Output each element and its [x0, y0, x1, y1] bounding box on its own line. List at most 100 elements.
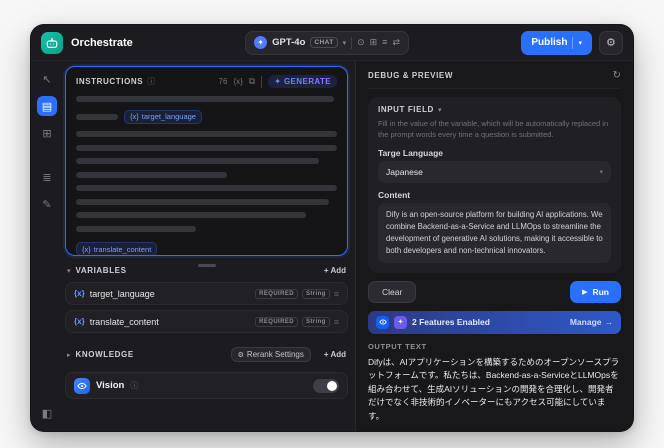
sidebar-item-orchestrate[interactable]: ▤: [37, 96, 57, 116]
gear-icon: ⚙: [606, 37, 616, 49]
logs-label: Logs: [508, 430, 524, 431]
settings-button[interactable]: ⚙: [598, 30, 623, 55]
variables-title: VARIABLES: [75, 266, 127, 275]
instructions-title: INSTRUCTIONS: [76, 77, 144, 86]
run-button[interactable]: ▶ Run: [570, 280, 621, 303]
skeleton-line: [76, 225, 197, 232]
skeleton-line: [76, 96, 335, 102]
chevron-down-icon[interactable]: ▾: [438, 106, 442, 114]
sidebar-item-annotations[interactable]: ✎: [37, 194, 57, 214]
play-icon: ▶: [582, 288, 588, 296]
collapse-panel-icon: ◧: [41, 407, 53, 420]
skeleton-line: [76, 171, 228, 178]
chevron-down-icon: ▾: [578, 39, 582, 47]
model-name: GPT-4o: [272, 37, 306, 48]
output-section: OUTPUT TEXT Difyは、AIアプリケーションを構築するためのオープン…: [368, 342, 621, 432]
publish-button[interactable]: Publish ▾: [521, 30, 592, 55]
sidebar-item-logs[interactable]: ≣: [37, 167, 57, 187]
publish-label: Publish: [531, 37, 568, 48]
content-textarea[interactable]: Dify is an open-source platform for buil…: [378, 202, 611, 263]
variable-name: target_language: [89, 288, 155, 299]
model-grid-icon[interactable]: ⊞: [370, 38, 378, 47]
app-window: Orchestrate ✦ GPT-4o CHAT ▾ ⊙ ⊞ ≡ ⇄ Publ…: [30, 24, 634, 432]
features-bar[interactable]: ✦ 2 Features Enabled Manage →: [368, 310, 621, 334]
input-field-title: INPUT FIELD: [378, 105, 434, 114]
add-knowledge-button[interactable]: + Add: [324, 350, 346, 359]
rerank-label: Rerank Settings: [246, 350, 304, 359]
knowledge-section: ▸ KNOWLEDGE ⚙ Rerank Settings + Add: [65, 345, 348, 364]
eye-icon: [74, 377, 90, 394]
rerank-settings-button[interactable]: ⚙ Rerank Settings: [230, 347, 311, 362]
refresh-icon[interactable]: ↻: [613, 70, 621, 81]
chevron-down-icon: ▾: [599, 168, 603, 176]
variable-icon: {x}: [74, 317, 85, 326]
variable-chip-translate-content[interactable]: {x} translate_content: [76, 242, 158, 256]
divider: [261, 75, 263, 88]
model-list-icon[interactable]: ≡: [382, 38, 387, 47]
clear-button[interactable]: Clear: [368, 280, 417, 303]
variable-insert-icon[interactable]: {x}: [233, 77, 242, 86]
chevron-down-icon[interactable]: ▾: [67, 267, 71, 275]
variable-row[interactable]: {x} target_language REQUIRED String ≡: [65, 282, 348, 305]
skeleton-line: [76, 212, 306, 218]
type-badge: String: [302, 316, 330, 327]
drag-handle-icon[interactable]: ≡: [334, 289, 339, 299]
copy-icon[interactable]: ⧉: [249, 76, 255, 87]
variable-icon: {x}: [82, 244, 91, 254]
knowledge-title: KNOWLEDGE: [75, 350, 134, 359]
logs-icon: ≣: [499, 430, 505, 431]
vision-feature-icon: [376, 315, 389, 329]
output-stats: 5.6s · 521 chars: [368, 430, 422, 431]
logs-icon: ≣: [42, 171, 52, 184]
logs-button[interactable]: ≣ Logs: [499, 430, 525, 431]
info-icon: ⓘ: [130, 381, 139, 390]
chevron-right-icon[interactable]: ▸: [67, 351, 71, 359]
vision-feature-row: Vision ⓘ: [65, 372, 348, 399]
required-badge: REQUIRED: [255, 316, 298, 327]
more-like-this-button[interactable]: ✦ More like this: [533, 430, 586, 431]
sidebar-collapse-button[interactable]: ◧: [37, 403, 57, 423]
prompt-editor[interactable]: {x} target_language {x} translate_conten…: [76, 96, 337, 267]
skeleton-line: [76, 144, 337, 151]
required-badge: REQUIRED: [255, 288, 298, 299]
model-mode-badge: CHAT: [310, 37, 338, 48]
model-params-icon[interactable]: ⊙: [357, 38, 365, 47]
model-swap-icon[interactable]: ⇄: [392, 38, 400, 47]
arrow-right-icon: →: [604, 317, 614, 327]
type-badge: String: [302, 288, 330, 299]
add-variable-button[interactable]: + Add: [324, 266, 346, 275]
vision-toggle[interactable]: [313, 378, 339, 393]
speaker-button[interactable]: [596, 430, 606, 431]
generate-button[interactable]: ✦ GENERATE: [268, 75, 337, 88]
copy-button[interactable]: ⧉: [615, 429, 621, 431]
instructions-panel[interactable]: INSTRUCTIONS ⓘ 76 {x} ⧉ ✦ GENERATE {x} t…: [65, 66, 348, 267]
target-language-select[interactable]: Japanese ▾: [378, 160, 611, 183]
divider: [572, 36, 574, 49]
model-provider-icon: ✦: [254, 36, 268, 49]
clear-label: Clear: [382, 286, 403, 297]
variable-name: translate_content: [89, 316, 159, 327]
edit-icon: ✎: [42, 198, 52, 211]
skeleton-line: [76, 198, 330, 205]
toggle-knob: [327, 380, 337, 391]
skeleton-line: [76, 185, 337, 191]
prompt-column: INSTRUCTIONS ⓘ 76 {x} ⧉ ✦ GENERATE {x} t…: [63, 61, 355, 431]
more-like-this-label: More like this: [542, 430, 586, 431]
feature-icon: ✦: [394, 315, 407, 329]
features-enabled-text: 2 Features Enabled: [412, 317, 490, 327]
manage-features-button[interactable]: Manage →: [570, 317, 613, 327]
target-language-value: Japanese: [386, 166, 423, 177]
variable-row[interactable]: {x} translate_content REQUIRED String ≡: [65, 310, 348, 333]
page-title: Orchestrate: [71, 36, 133, 49]
debug-actions: Clear ▶ Run: [368, 280, 621, 303]
variables-section: ▾ VARIABLES + Add {x} target_language RE…: [65, 264, 348, 333]
header-actions: Publish ▾ ⚙: [521, 30, 623, 55]
skeleton-line: [76, 113, 118, 120]
sidebar-item-back[interactable]: ↖: [37, 69, 57, 89]
skeleton-line: [76, 158, 319, 164]
model-selector[interactable]: ✦ GPT-4o CHAT ▾ ⊙ ⊞ ≡ ⇄: [245, 30, 409, 55]
variable-chip-target-language[interactable]: {x} target_language: [124, 109, 202, 124]
arrow-back-icon: ↖: [42, 73, 52, 86]
sidebar-item-blocks[interactable]: ⊞: [37, 123, 57, 143]
drag-handle-icon[interactable]: ≡: [334, 317, 339, 327]
